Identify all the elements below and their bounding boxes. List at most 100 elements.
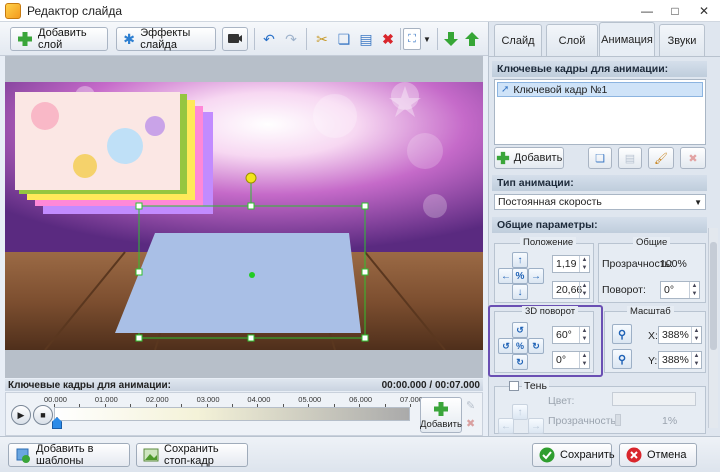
rotate3d-value1-input[interactable]: 60° ▲ ▼ (552, 326, 590, 344)
slide-effects-label: Эффекты слайда (140, 27, 191, 51)
scroll-thumb[interactable] (710, 242, 717, 350)
rotate3d-value2: 0° (556, 354, 567, 366)
check-icon (539, 447, 555, 463)
plus-icon (496, 151, 509, 165)
position-y-input[interactable]: 20,66 ▲ ▼ (552, 281, 590, 299)
timeline-tick-label: 02.000 (145, 395, 169, 404)
animation-type-select[interactable]: Постоянная скорость ▼ (494, 194, 706, 210)
paste-icon: ▤ (624, 152, 636, 165)
keyframes-header: Ключевые кадры для анимации: (492, 61, 707, 77)
save-frame-label: Сохранить стоп-кадр (164, 443, 219, 467)
opacity-value[interactable]: 100% (660, 258, 687, 270)
timeline-add-label: Добавить (420, 418, 462, 430)
copy-icon[interactable]: ❏ (333, 28, 355, 50)
fit-icon[interactable]: ⛶ (403, 28, 421, 50)
key-icon: ➚ (501, 84, 510, 95)
zoom-out-icon[interactable]: ⚲ (612, 349, 632, 369)
play-button[interactable]: ▶ (11, 405, 31, 425)
move-up-icon[interactable] (461, 28, 483, 50)
paste-icon[interactable]: ▤ (355, 28, 377, 50)
list-item[interactable]: ➚ Ключевой кадр №1 (497, 82, 703, 97)
rotate-up-icon[interactable]: ↺ (512, 322, 528, 338)
panel-scrollbar[interactable] (708, 228, 718, 428)
scale-y-input[interactable]: 388% ▲ ▼ (658, 351, 702, 369)
rotate3d-value2-input[interactable]: 0° ▲ ▼ (552, 351, 590, 369)
delete-keyframe-button[interactable]: ✖ (680, 147, 706, 169)
scale-y-value: 388% (662, 354, 689, 366)
rotation-value: 0° (664, 284, 675, 296)
brush-keyframe-button[interactable]: 🖌 (648, 147, 674, 169)
add-keyframe-button[interactable]: Добавить (494, 147, 564, 169)
remove-icon[interactable]: ✖ (466, 417, 480, 431)
scale-x-value: 388% (662, 329, 689, 341)
cancel-label: Отмена (647, 449, 687, 461)
move-down-icon[interactable] (440, 28, 462, 50)
timeline-tick-label: 05.000 (298, 395, 322, 404)
chevron-down-icon: ▼ (694, 197, 702, 207)
tab-slide-label: Слайд (501, 34, 535, 47)
slide-canvas[interactable] (5, 56, 483, 378)
add-to-templates-button[interactable]: Добавить в шаблоны (8, 443, 130, 467)
center-icon[interactable]: % (512, 268, 528, 284)
timeline-tick-label: 06.000 (349, 395, 373, 404)
redo-icon[interactable]: ↷ (280, 28, 302, 50)
cancel-button[interactable]: Отмена (619, 443, 697, 467)
shadow-up-icon: ↑ (512, 404, 528, 420)
main-toolbar: Добавить слой ✱ Эффекты слайда ↶ ↷ ✂ ❏ ▤… (0, 22, 488, 56)
camera-button[interactable] (222, 27, 248, 51)
keyframe-label: Ключевой кадр №1 (513, 83, 608, 96)
delete-icon: ✖ (688, 152, 698, 165)
add-to-templates-label: Добавить в шаблоны (36, 443, 94, 467)
brush-icon: 🖌 (654, 152, 668, 165)
timeline-add-button[interactable]: Добавить (420, 397, 462, 433)
maximize-button[interactable]: □ (661, 0, 689, 22)
rotate-right-icon[interactable]: ↻ (528, 338, 544, 354)
save-button[interactable]: Сохранить (532, 443, 615, 467)
timeline-tick-label: 04.000 (247, 395, 271, 404)
minimize-button[interactable]: — (633, 0, 661, 22)
shadow-color-picker (612, 392, 696, 406)
save-label: Сохранить (560, 449, 615, 461)
chevron-down-icon[interactable]: ▼ (421, 28, 433, 50)
shadow-left-icon: ← (498, 418, 514, 434)
rotate-down-icon[interactable]: ↻ (512, 354, 528, 370)
rotate3d-value1: 60° (556, 329, 572, 341)
close-button[interactable]: ✕ (690, 0, 718, 22)
add-layer-button[interactable]: Добавить слой (10, 27, 108, 51)
save-frame-button[interactable]: Сохранить стоп-кадр (136, 443, 248, 467)
tab-animation[interactable]: Анимация (599, 22, 655, 56)
shadow-checkbox[interactable] (509, 381, 519, 391)
add-keyframe-label: Добавить (513, 152, 563, 164)
window-title: Редактор слайда (27, 3, 123, 18)
arrow-up-icon[interactable]: ↑ (512, 252, 528, 268)
scale-title: Масштаб (627, 306, 674, 317)
edit-icon[interactable]: ✎ (466, 399, 480, 413)
tab-slide[interactable]: Слайд (494, 24, 542, 56)
cut-icon[interactable]: ✂ (311, 28, 333, 50)
scale-x-label: X: (648, 330, 658, 342)
play-icon: ▶ (17, 409, 25, 420)
keyframes-list[interactable]: ➚ Ключевой кадр №1 (494, 79, 706, 145)
sparkle-icon: ✱ (123, 30, 135, 47)
rotate-center-icon[interactable]: % (512, 338, 528, 354)
position-x-input[interactable]: 1,19 ▲ ▼ (552, 255, 590, 273)
arrow-right-icon[interactable]: → (528, 268, 544, 284)
rotation-label: Поворот: (602, 284, 646, 296)
delete-icon[interactable]: ✖ (377, 28, 399, 50)
camera-icon (227, 31, 243, 48)
zoom-in-icon[interactable]: ⚲ (612, 324, 632, 344)
tab-sounds[interactable]: Звуки (659, 24, 705, 56)
timeline-track[interactable] (54, 407, 410, 421)
stop-button[interactable]: ■ (33, 405, 53, 425)
copy-keyframe-button[interactable]: ❏ (588, 147, 612, 169)
arrow-down-icon[interactable]: ↓ (512, 284, 528, 300)
timeline-header: Ключевые кадры для анимации: 00:00.000 /… (5, 379, 483, 391)
scale-x-input[interactable]: 388% ▲ ▼ (658, 326, 702, 344)
rotation-input[interactable]: 0° ▲ ▼ (660, 281, 700, 299)
add-layer-label: Добавить слой (38, 27, 87, 51)
timeline-title: Ключевые кадры для анимации: (8, 379, 172, 391)
paste-keyframe-button[interactable]: ▤ (618, 147, 642, 169)
undo-icon[interactable]: ↶ (258, 28, 280, 50)
tab-layer[interactable]: Слой (546, 24, 598, 56)
slide-effects-button[interactable]: ✱ Эффекты слайда (116, 27, 216, 51)
